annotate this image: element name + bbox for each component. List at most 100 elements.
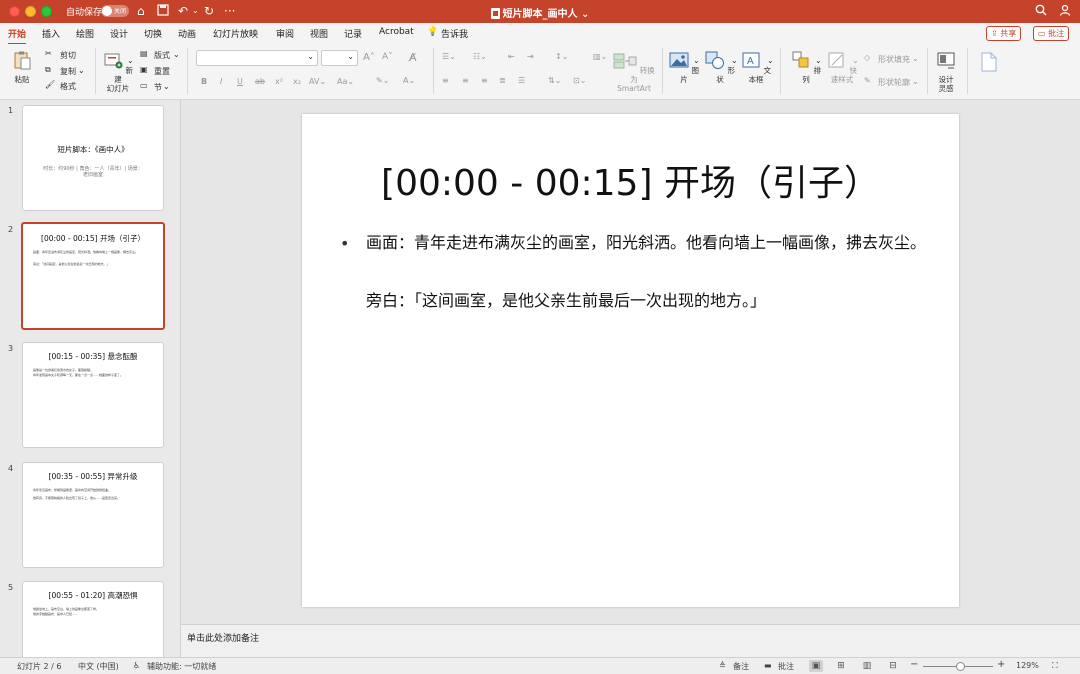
search-icon[interactable] (1035, 4, 1047, 19)
share-button[interactable]: ⇪ 共享 (986, 26, 1022, 41)
tab-home[interactable]: 开始 (8, 27, 27, 45)
slide-thumbnail-4[interactable]: [00:35 - 00:55] 异常升级 青年靠近画布，却看到画像里，画中的空间… (22, 462, 164, 568)
strikethrough-icon[interactable]: ab (255, 77, 265, 86)
zoom-out-icon[interactable]: − (910, 659, 918, 670)
shape-fill-button[interactable]: 形状填充 (878, 54, 910, 65)
fit-to-window-icon[interactable]: ⛶ (1052, 661, 1058, 671)
increase-indent-icon[interactable]: ⇥ (527, 52, 534, 61)
reset-button[interactable]: 重置 (154, 66, 170, 77)
highlight-icon[interactable]: ✎⌄ (376, 76, 389, 85)
shape-outline-button[interactable]: 形状轮廓 (878, 77, 910, 88)
paste-label: 粘贴 (14, 75, 30, 84)
accessibility-status[interactable]: 辅助功能: 一切就绪 (147, 661, 216, 672)
cut-button[interactable]: 剪切 (60, 50, 76, 61)
shape-outline-chevron-icon[interactable]: ⌄ (912, 77, 919, 86)
layout-chevron-icon[interactable]: ⌄ (173, 50, 180, 59)
tab-acrobat[interactable]: Acrobat (379, 27, 414, 37)
create-pdf-icon[interactable] (980, 52, 998, 74)
paste-button[interactable]: 粘贴 (8, 50, 36, 84)
text-direction-icon[interactable]: ⇅⌄ (548, 76, 561, 85)
account-icon[interactable] (1059, 4, 1071, 19)
line-spacing-icon[interactable]: ↕⌄ (555, 52, 568, 61)
slide-editor-canvas[interactable]: [00:00 - 00:15] 开场（引子） • 画面：青年走进布满灰尘的画室，… (181, 100, 1080, 624)
new-slide-chevron-icon[interactable]: ⌄ (127, 56, 134, 65)
character-spacing-icon[interactable]: AV⌄ (309, 77, 326, 86)
comments-button[interactable]: ▭ 批注 (1033, 26, 1070, 41)
designer-button[interactable]: 设计 灵感 (932, 50, 960, 93)
comments-toggle[interactable]: 批注 (778, 661, 794, 672)
font-name-select[interactable]: ⌄ (196, 50, 318, 66)
decrease-indent-icon[interactable]: ⇤ (508, 52, 515, 61)
italic-icon[interactable]: I (220, 77, 222, 86)
tab-record[interactable]: 记录 (344, 27, 362, 40)
align-text-icon[interactable]: ⊡⌄ (573, 76, 586, 85)
comment-icon: ▭ (1038, 29, 1049, 38)
quick-styles-chevron-icon[interactable]: ⌄ (852, 56, 859, 65)
textbox-chevron-icon[interactable]: ⌄ (767, 56, 774, 65)
zoom-level[interactable]: 129% (1016, 661, 1039, 670)
slide-body-paragraph[interactable]: 画面：青年走进布满灰尘的画室，阳光斜洒。他看向墙上一幅画像，拂去灰尘。 (366, 233, 926, 252)
tab-draw[interactable]: 绘图 (76, 27, 94, 40)
tab-view[interactable]: 视图 (310, 27, 328, 40)
tab-tell-me[interactable]: 告诉我 (441, 27, 468, 40)
tab-animations[interactable]: 动画 (178, 27, 196, 40)
slide-thumbnail-3[interactable]: [00:15 - 00:35] 悬念酝酿 画像是一位穿着红色围巾的女子，面容模糊… (22, 342, 164, 448)
underline-icon[interactable]: U (237, 77, 243, 86)
align-right-icon[interactable]: ≡ (481, 76, 488, 85)
notes-pane[interactable]: 单击此处添加备注 (181, 624, 1080, 657)
powerpoint-doc-icon (490, 8, 500, 19)
slide-body-paragraph[interactable]: 旁白：「这间画室，是他父亲生前最后一次出现的地方。」 (366, 291, 926, 310)
notes-placeholder[interactable]: 单击此处添加备注 (187, 631, 259, 644)
picture-chevron-icon[interactable]: ⌄ (693, 56, 700, 65)
convert-smartart-button[interactable]: 转换为 SmartArt (612, 52, 656, 93)
copy-button[interactable]: 复制 (60, 66, 76, 77)
slide-number: 3 (8, 344, 14, 353)
grow-font-icon[interactable]: A˄ (363, 52, 375, 63)
tab-slideshow[interactable]: 幻灯片放映 (213, 27, 258, 40)
slide-title[interactable]: [00:00 - 00:15] 开场（引子） (302, 154, 959, 206)
slide-sorter-icon[interactable]: ⊞ (834, 660, 848, 672)
shape-fill-chevron-icon[interactable]: ⌄ (912, 54, 919, 63)
layout-button[interactable]: 版式 (154, 50, 170, 61)
copy-chevron-icon[interactable]: ⌄ (78, 66, 85, 75)
justify-icon[interactable]: ≣ (499, 76, 506, 85)
section-button[interactable]: 节 (154, 82, 162, 93)
bullets-icon[interactable]: ☰⌄ (442, 52, 456, 61)
tab-transitions[interactable]: 切换 (144, 27, 162, 40)
zoom-in-icon[interactable]: + (997, 659, 1005, 670)
clear-format-icon[interactable]: A̸ (409, 51, 417, 64)
designer-icon (937, 52, 955, 69)
zoom-slider-knob[interactable] (956, 662, 965, 671)
normal-view-icon[interactable]: ▣ (809, 660, 823, 672)
tab-insert[interactable]: 插入 (42, 27, 60, 40)
notes-toggle[interactable]: 备注 (733, 661, 749, 672)
align-center-icon[interactable]: ≡ (462, 76, 469, 85)
arrange-chevron-icon[interactable]: ⌄ (815, 56, 822, 65)
format-painter-button[interactable]: 格式 (60, 81, 76, 92)
shape-chevron-icon[interactable]: ⌄ (731, 56, 738, 65)
title-chevron-icon[interactable]: ⌄ (581, 9, 589, 20)
reading-view-icon[interactable]: ▥ (860, 660, 874, 672)
tab-design[interactable]: 设计 (110, 27, 128, 40)
font-size-select[interactable]: ⌄ (321, 50, 358, 66)
superscript-icon[interactable]: x² (275, 77, 283, 86)
slide-thumbnail-2[interactable]: [00:00 - 00:15] 开场（引子） 画面：青年走进布满灰尘的画室，阳光… (21, 222, 165, 330)
columns-icon[interactable]: ▥⌄ (593, 52, 607, 61)
slide-thumbnail-panel[interactable]: 1 短片脚本：《画中人》 时长：约90秒 | 角色：一人（青年）| 场景：老旧画… (0, 100, 181, 657)
slideshow-icon[interactable]: ⊟ (886, 660, 900, 672)
quick-styles-icon (828, 52, 844, 68)
distributed-icon[interactable]: ☰ (518, 76, 525, 85)
align-left-icon[interactable]: ≡ (442, 76, 449, 85)
shrink-font-icon[interactable]: A˅ (382, 52, 393, 62)
subscript-icon[interactable]: x₂ (293, 77, 301, 86)
current-slide[interactable]: [00:00 - 00:15] 开场（引子） • 画面：青年走进布满灰尘的画室，… (302, 114, 959, 607)
numbering-icon[interactable]: ☷⌄ (473, 52, 487, 61)
tab-review[interactable]: 审阅 (276, 27, 294, 40)
slide-thumbnail-1[interactable]: 短片脚本：《画中人》 时长：约90秒 | 角色：一人（青年）| 场景：老旧画室 (22, 105, 164, 211)
bold-icon[interactable]: B (201, 77, 207, 86)
section-chevron-icon[interactable]: ⌄ (163, 82, 170, 91)
font-color-icon[interactable]: A⌄ (403, 76, 415, 85)
slide-thumbnail-5[interactable]: [00:55 - 01:20] 高潮恐惧 他跌坐地上，画布空白，墙上的画像全都变… (22, 581, 164, 657)
change-case-icon[interactable]: Aa⌄ (337, 77, 354, 86)
language-indicator[interactable]: 中文 (中国) (78, 661, 119, 672)
